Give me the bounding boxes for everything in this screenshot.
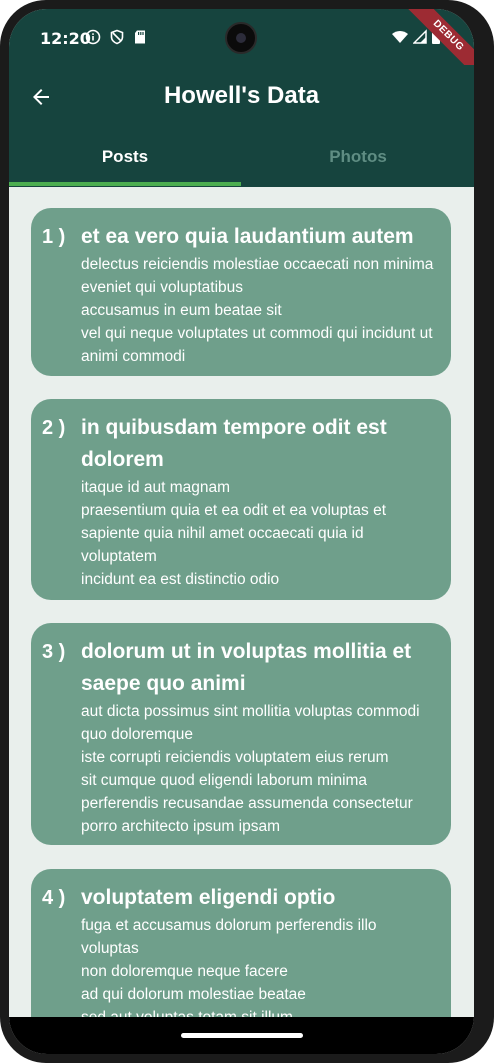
page-title: Howell's Data: [163, 82, 320, 109]
post-card[interactable]: 2 ) in quibusdam tempore odit est dolore…: [31, 399, 451, 600]
posts-list[interactable]: 1 ) et ea vero quia laudantium autem del…: [9, 187, 474, 1017]
post-number: 2 ): [42, 417, 66, 439]
post-title: voluptatem eligendi optio: [81, 886, 336, 909]
post-body: delectus reiciendis molestiae occaecati …: [81, 256, 434, 365]
sd-card-icon: [135, 30, 145, 44]
post-title: in quibusdam tempore odit est dolorem: [81, 416, 387, 471]
status-time: 12:20: [40, 29, 91, 48]
post-title: et ea vero quia laudantium autem: [81, 225, 414, 248]
wifi-icon: [392, 31, 408, 43]
post-body: itaque id aut magnam praesentium quia et…: [81, 479, 387, 588]
front-camera: [225, 22, 257, 54]
tab-indicator: [9, 182, 241, 186]
post-title: dolorum ut in voluptas mollitia et saepe…: [81, 640, 412, 695]
home-indicator[interactable]: [181, 1033, 303, 1038]
post-card[interactable]: 3 ) dolorum ut in voluptas mollitia et s…: [31, 623, 451, 845]
app-bar: Howell's Data: [9, 65, 474, 131]
navigation-bar: [9, 1017, 474, 1054]
info-icon: [85, 29, 101, 45]
screen: 12:20 DEBUG Howell's Data Posts Photos 1…: [9, 9, 474, 1054]
status-icons-left: [85, 29, 147, 45]
post-body: fuga et accusamus dolorum perferendis il…: [81, 917, 377, 1017]
tab-photos[interactable]: Photos: [242, 131, 474, 187]
tab-posts[interactable]: Posts: [9, 131, 241, 187]
shield-icon: [110, 29, 124, 45]
signal-icon: [413, 29, 427, 44]
post-number: 3 ): [42, 641, 66, 663]
device-frame: 12:20 DEBUG Howell's Data Posts Photos 1…: [0, 0, 494, 1063]
tab-bar: Posts Photos: [9, 131, 474, 187]
post-body: aut dicta possimus sint mollitia volupta…: [81, 703, 420, 835]
post-number: 4 ): [42, 887, 66, 909]
post-card[interactable]: 1 ) et ea vero quia laudantium autem del…: [31, 208, 451, 376]
status-bar: 12:20 DEBUG: [9, 9, 474, 85]
post-card[interactable]: 4 ) voluptatem eligendi optio fuga et ac…: [31, 869, 451, 1017]
post-number: 1 ): [42, 226, 66, 248]
